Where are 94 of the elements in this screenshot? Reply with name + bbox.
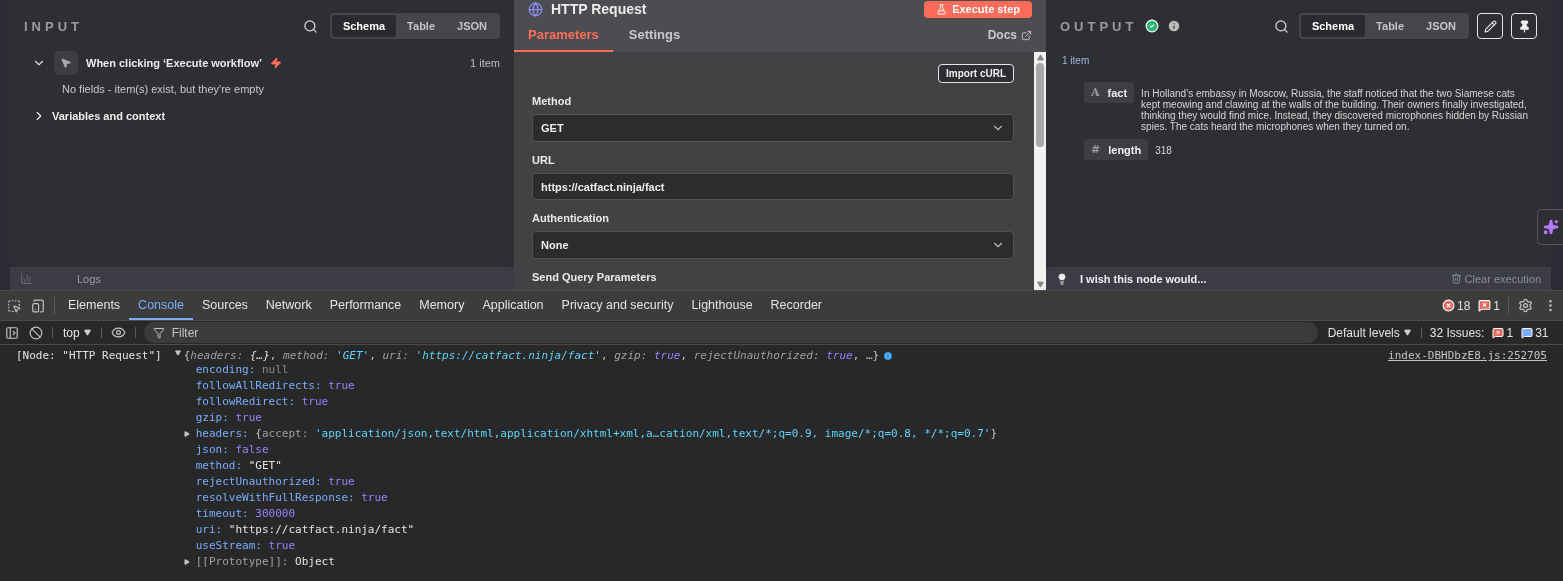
context-select[interactable]: top xyxy=(57,321,97,344)
object-property: method: "GET" xyxy=(194,458,283,474)
empty-message: No fields - item(s) exist, but they're empty xyxy=(61,82,265,95)
devtools-tab[interactable]: Console xyxy=(129,291,193,320)
message-error-icon xyxy=(1478,299,1492,312)
sparkles-icon xyxy=(1542,219,1559,235)
import-button[interactable]: Import cURL xyxy=(938,64,1014,83)
disclosure-icon[interactable] xyxy=(174,349,181,356)
globe-icon xyxy=(528,1,543,17)
view-tab[interactable]: Table xyxy=(396,15,447,37)
view-tab[interactable]: Schema xyxy=(331,15,397,37)
field-label: Method xyxy=(532,95,573,107)
log-source: [Node: "HTTP Request"] xyxy=(16,349,162,364)
lightning-icon xyxy=(270,57,283,69)
node-title: HTTP Request xyxy=(551,1,647,17)
disclosure-icon[interactable] xyxy=(183,559,190,565)
node-tab[interactable]: Settings xyxy=(614,18,695,52)
object-property: rejectUnauthorized: true xyxy=(194,474,356,490)
error-count[interactable]: 18 xyxy=(1437,291,1475,320)
devtools-tab[interactable]: Lighthouse xyxy=(682,291,762,320)
flask-icon xyxy=(936,3,948,15)
field-name: # length xyxy=(1084,139,1149,160)
field-name: A fact xyxy=(1084,82,1135,103)
devtools-tab[interactable]: Performance xyxy=(320,291,411,320)
item-count: 1 item xyxy=(1061,54,1091,66)
object-property: followRedirect: true xyxy=(194,394,330,410)
panel-title: INPUT xyxy=(24,18,83,34)
scroll-down-icon[interactable] xyxy=(1036,281,1044,288)
chart-icon xyxy=(20,272,33,285)
field-label: URL xyxy=(532,153,556,166)
object-property: gzip: true xyxy=(194,410,263,426)
issues-error-count[interactable]: 1 xyxy=(1488,321,1518,344)
issues-info-count[interactable]: 31 xyxy=(1517,321,1553,344)
pin-icon xyxy=(1517,19,1531,33)
lightbulb-icon xyxy=(1056,272,1068,285)
levels-select[interactable]: Default levels xyxy=(1321,321,1417,344)
external-link-icon xyxy=(1021,29,1032,41)
logs-label[interactable]: Logs xyxy=(77,272,101,285)
pointer-icon xyxy=(54,51,78,75)
message-icon xyxy=(1521,326,1534,339)
field-label: Send Query Parameters xyxy=(532,271,658,283)
error-icon xyxy=(1441,299,1455,312)
view-tab[interactable]: JSON xyxy=(1415,15,1467,37)
source-link[interactable]: index-DBHDbzE8.js:252705 xyxy=(1388,349,1547,570)
caret-icon xyxy=(83,329,91,336)
section-toggle[interactable]: Variables and context xyxy=(10,95,514,123)
object-property: encoding: null xyxy=(194,362,290,378)
field-value: In Holland’s embassy in Moscow, Russia, the staff noticed that the two Siamese cats kept meowing and clawing at the walls of the building. Their owners finally investigated, thinking they would find mice. Instead, they discovered microphones hidden by Russian spies. The cats heard the microphones when they turned on. xyxy=(1141,87,1529,132)
devtools-tab[interactable]: Application xyxy=(473,291,553,320)
pin-button[interactable] xyxy=(1511,13,1537,39)
warning-count[interactable]: 1 xyxy=(1474,291,1504,320)
filter-field[interactable]: Filter xyxy=(143,322,1318,343)
object-property[interactable]: headers: {accept: 'application/json,text/html,application/xhtml+xml,a…cation/xml,text/*;q=0.9, image/*;q=0.8, */*;q=0.7'} xyxy=(171,426,1379,442)
select-field[interactable]: GET xyxy=(532,114,1014,142)
docs-link[interactable]: Docs xyxy=(987,18,1032,52)
devtools-tab[interactable]: Sources xyxy=(193,291,257,320)
devtools-tab[interactable]: Recorder xyxy=(761,291,831,320)
message-error-icon xyxy=(1492,326,1505,339)
object-preview[interactable]: {headers: {…}, method: 'GET', uri: 'https://catfact.ninja/fact', gzip: true, rejectUnauthorized: true, …} xyxy=(171,349,1379,362)
object-property: timeout: 300000 xyxy=(194,506,297,522)
feedback-link[interactable]: I wish this node would... xyxy=(1080,272,1207,285)
disclosure-icon[interactable] xyxy=(183,431,190,437)
object-property: json: false xyxy=(194,442,270,458)
field-label: Authentication xyxy=(532,212,610,225)
scrollbar[interactable] xyxy=(1034,52,1046,290)
object-property: useStream: true xyxy=(194,538,297,554)
panel-title: OUTPUT xyxy=(1060,18,1138,34)
devtools-tab[interactable]: Memory xyxy=(410,291,474,320)
info-icon[interactable] xyxy=(883,350,894,361)
pencil-icon xyxy=(1483,19,1497,33)
trigger-name[interactable]: When clicking ‘Execute workflow’ xyxy=(86,57,263,69)
filter-icon xyxy=(152,327,165,339)
trash-icon xyxy=(1450,273,1462,284)
scroll-thumb[interactable] xyxy=(1036,63,1044,147)
view-tab[interactable]: JSON xyxy=(446,15,498,37)
field-value: 318 xyxy=(1155,144,1172,156)
caret-icon xyxy=(1403,329,1411,336)
input-field[interactable]: https://catfact.ninja/fact xyxy=(532,172,1014,201)
scroll-up-icon[interactable] xyxy=(1036,54,1044,61)
item-count: 1 item xyxy=(470,57,500,69)
object-property[interactable]: [[Prototype]]: Object xyxy=(171,554,1379,570)
object-property: followAllRedirects: true xyxy=(194,378,356,394)
issues-label[interactable]: 32 Issues: xyxy=(1425,321,1489,344)
edit-button[interactable] xyxy=(1477,13,1503,39)
view-tab[interactable]: Table xyxy=(1365,15,1416,37)
object-property: uri: "https://catfact.ninja/fact" xyxy=(194,522,416,538)
select-field[interactable]: None xyxy=(532,231,1014,259)
devtools-tab[interactable]: Elements xyxy=(59,291,130,320)
info-icon[interactable] xyxy=(1167,19,1182,33)
devtools-tab[interactable]: Network xyxy=(256,291,321,320)
sparkle-button[interactable] xyxy=(1537,209,1563,245)
devtools-tab[interactable]: Privacy and security xyxy=(552,291,683,320)
view-tab[interactable]: Schema xyxy=(1300,15,1366,37)
object-property: resolveWithFullResponse: true xyxy=(194,490,389,506)
